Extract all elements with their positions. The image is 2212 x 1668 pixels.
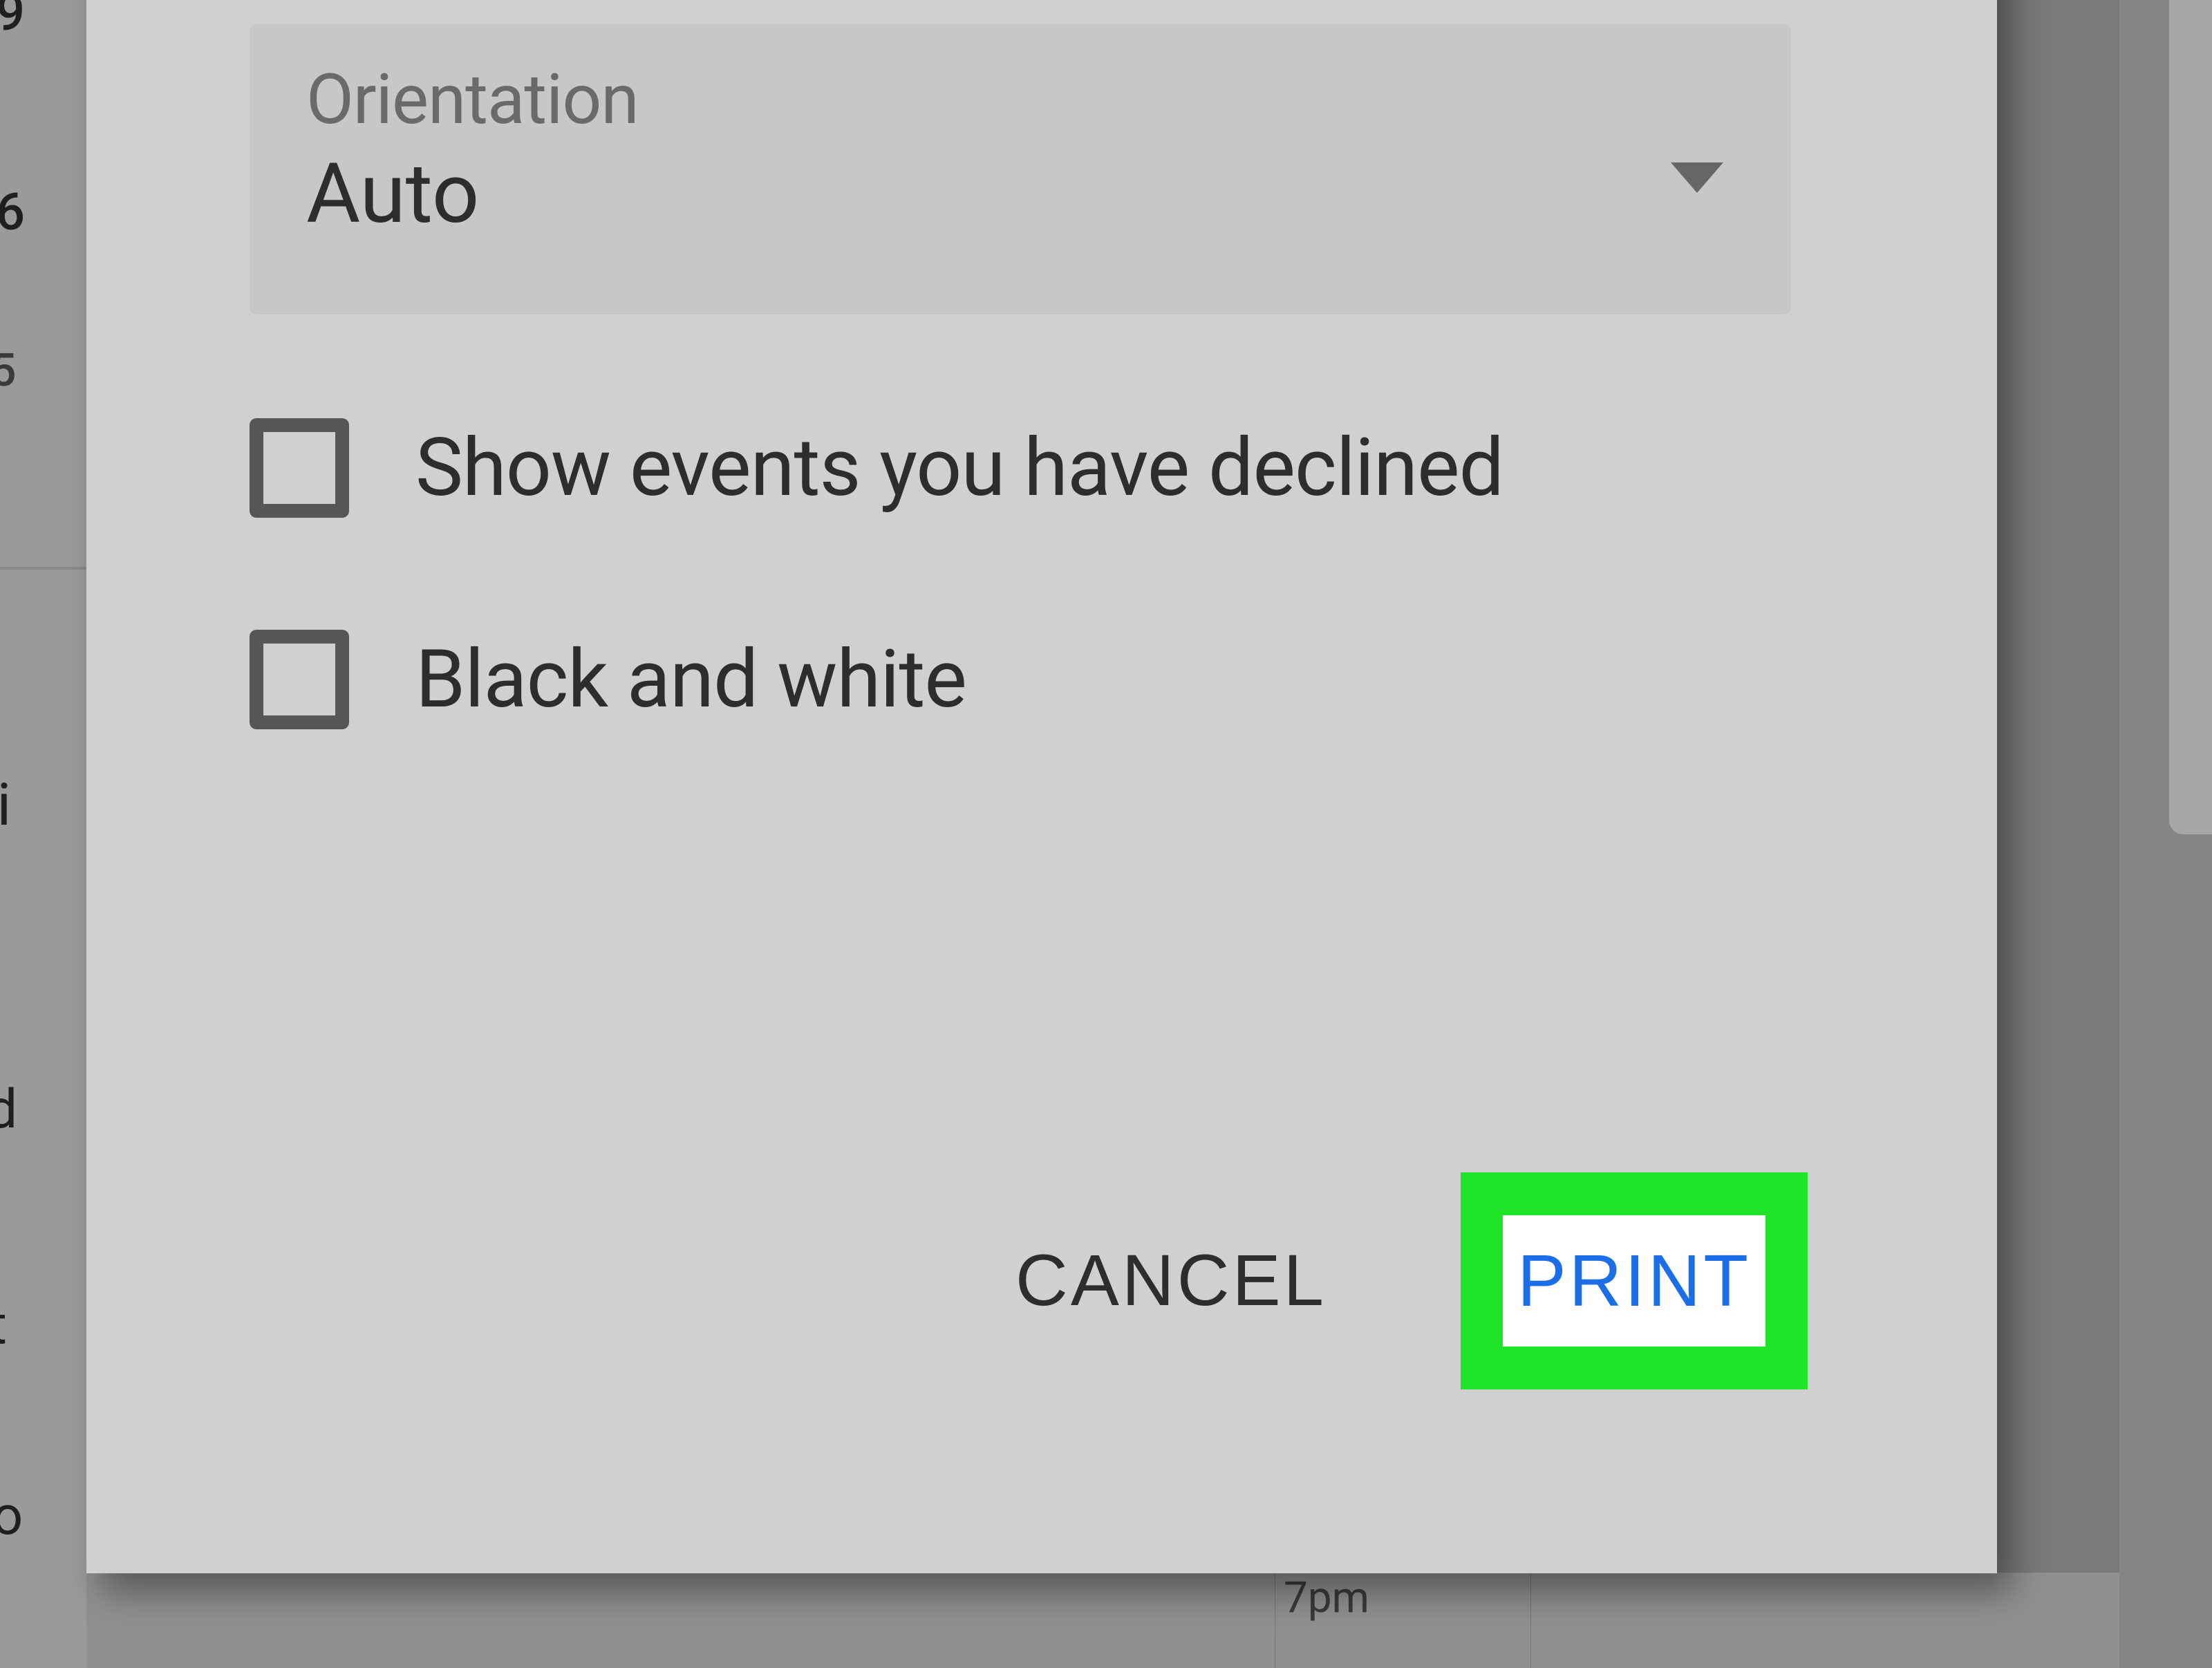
cancel-button[interactable]: CANCEL [1010,1223,1332,1339]
calendar-cell [86,1573,1275,1668]
sidebar-text-fragment: St [0,1294,7,1357]
checkbox-bw-label: Black and white [415,632,966,727]
mini-cal-day: 5 [0,344,77,397]
orientation-select[interactable]: Orientation Auto [250,24,1791,315]
checkbox-bw[interactable] [250,630,349,729]
checkbox-declined-label: Show events you have declined [415,421,1503,515]
orientation-value: Auto [306,153,1736,236]
calendar-row-fragment: 7pm [86,1573,2119,1668]
checkbox-bw-row[interactable]: Black and white [250,630,1886,729]
checkbox-declined-row[interactable]: Show events you have declined [250,418,1886,518]
calendar-cell [1531,1573,2119,1668]
sidebar-text-fragment: fri [0,771,11,839]
orientation-label: Orientation [306,66,1736,135]
calendar-time-label: 7pm [1275,1573,1531,1668]
sidebar-text-fragment: nd [0,1078,17,1141]
print-dialog: Orientation Auto Show events you have de… [86,0,1997,1573]
mini-cal-day: 9 [0,0,82,43]
print-button[interactable]: PRINT [1503,1215,1765,1347]
scrollbar-track [2119,0,2212,1668]
print-button-highlight: PRINT [1461,1172,1808,1389]
mini-cal-day: 6 [0,182,82,243]
divider [0,567,86,570]
scrollbar-thumb[interactable] [2169,0,2212,834]
sidebar-fragment: 9 6 5 fri nd St Co [0,0,86,1668]
chevron-down-icon [1671,162,1723,193]
dialog-actions: CANCEL PRINT [1010,1172,1808,1389]
checkbox-declined[interactable] [250,418,349,518]
sidebar-text-fragment: Co [0,1485,23,1548]
